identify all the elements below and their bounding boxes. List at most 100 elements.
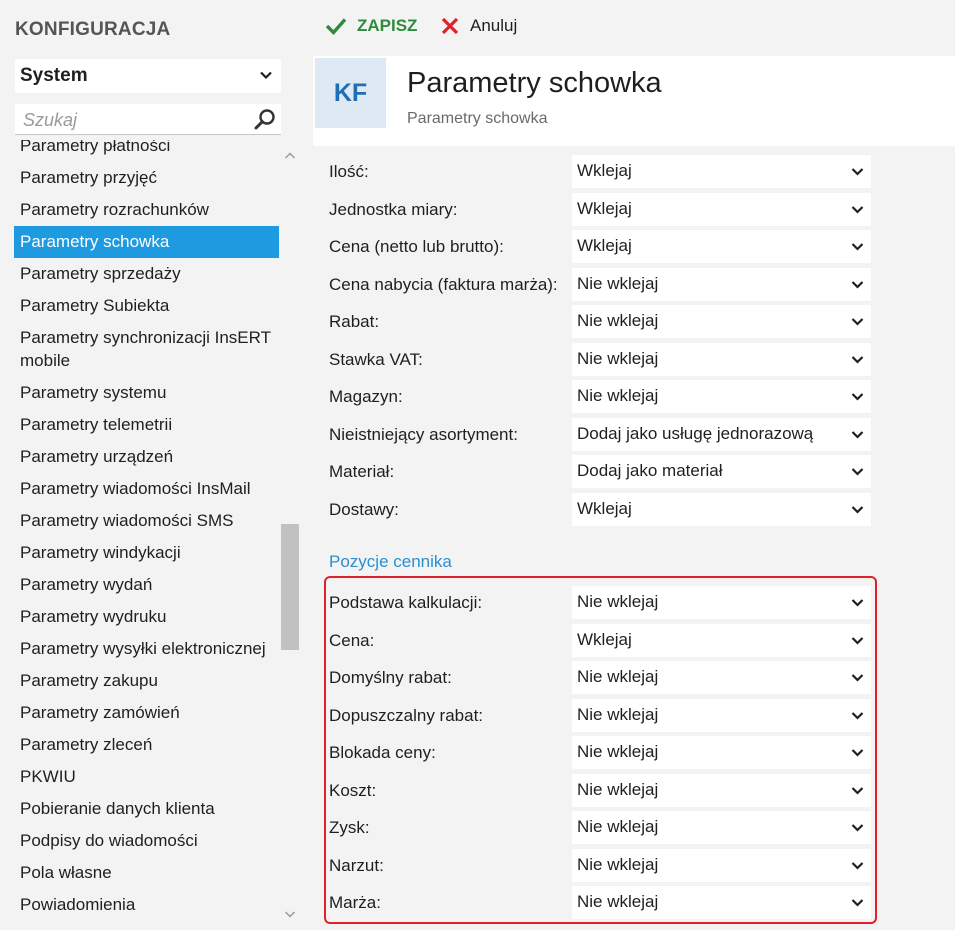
form-row: Cena: Wklejaj <box>313 623 873 657</box>
chevron-down-icon <box>851 430 864 439</box>
scrollbar-thumb[interactable] <box>281 524 299 650</box>
form-row: Magazyn: Nie wklejaj <box>313 380 873 413</box>
field-select-value: Nie wklejaj <box>577 779 659 799</box>
field-select-value: Wklejaj <box>577 498 632 518</box>
field-select[interactable]: Nie wklejaj <box>572 848 871 882</box>
sidebar-item[interactable]: Parametry wydruku <box>0 601 279 633</box>
sidebar-item[interactable]: Parametry synchronizacji InsERT mobile <box>0 322 279 377</box>
form-row: Cena (netto lub brutto): Wklejaj <box>313 230 873 263</box>
module-select-value: System <box>20 65 88 86</box>
field-select[interactable]: Nie wklejaj <box>572 773 871 807</box>
field-select-value: Nie wklejaj <box>577 854 659 874</box>
field-select-value: Nie wklejaj <box>577 742 659 761</box>
form-row: Dopuszczalny rabat: Nie wklejaj <box>313 698 873 732</box>
field-select[interactable]: Wklejaj <box>572 155 871 188</box>
chevron-down-icon <box>851 899 864 907</box>
chevron-down-icon <box>851 318 864 326</box>
cancel-button[interactable]: Anuluj <box>440 16 517 36</box>
sidebar-item[interactable]: Parametry windykacji <box>0 537 279 569</box>
field-label: Magazyn: <box>329 387 403 406</box>
field-select[interactable]: Nie wklejaj <box>572 736 871 769</box>
sidebar-item[interactable]: Parametry zleceń <box>0 729 279 761</box>
checkmark-icon <box>325 18 347 35</box>
page-subtitle: Parametry schowka <box>407 110 548 127</box>
sidebar-item[interactable]: Parametry przyjęć <box>0 162 279 194</box>
field-label: Domyślny rabat: <box>329 668 452 687</box>
field-select[interactable]: Nie wklejaj <box>572 380 871 413</box>
form-row: Nieistniejący asortyment: Dodaj jako usłu… <box>313 417 873 451</box>
field-select[interactable]: Wklejaj <box>572 492 871 526</box>
sidebar-item[interactable]: Podpisy do wiadomości <box>0 825 279 857</box>
field-select-value: Nie wklejaj <box>577 386 659 405</box>
sidebar-item[interactable]: Powiadomienia <box>0 889 279 921</box>
sidebar-item[interactable]: Parametry urządzeń <box>0 441 279 473</box>
search-icon[interactable] <box>253 107 277 131</box>
sidebar-item[interactable]: Parametry Subiekta <box>0 290 279 322</box>
sidebar-item[interactable]: Parametry rozrachunków <box>0 194 279 226</box>
sidebar-item[interactable]: PKWIU <box>0 761 279 793</box>
chevron-down-icon <box>851 599 864 607</box>
field-select-value: Wklejaj <box>577 236 632 255</box>
scroll-up-icon[interactable] <box>284 150 296 162</box>
form-row: Marża: Nie wklejaj <box>313 886 873 919</box>
sidebar-item[interactable]: Parametry płatności <box>0 140 279 162</box>
field-select[interactable]: Nie wklejaj <box>572 886 871 919</box>
chevron-down-icon <box>851 711 864 720</box>
sidebar-item[interactable]: Parametry wydań <box>0 569 279 601</box>
form-row: Materiał: Dodaj jako materiał <box>313 455 873 488</box>
field-label: Cena nabycia (faktura marża): <box>329 274 558 294</box>
sidebar-item[interactable]: Parametry sprzedaży <box>0 258 279 290</box>
field-select-value: Nie wklejaj <box>577 667 659 686</box>
field-select[interactable]: Nie wklejaj <box>572 305 871 338</box>
field-select[interactable]: Wklejaj <box>572 192 871 226</box>
chevron-down-icon <box>851 636 864 645</box>
field-select[interactable]: Wklejaj <box>572 230 871 263</box>
field-select[interactable]: Nie wklejaj <box>572 586 871 619</box>
field-select[interactable]: Nie wklejaj <box>572 661 871 694</box>
sidebar-list: Parametry płatności Parametry przyjęć Para… <box>0 140 281 930</box>
field-select[interactable]: Dodaj jako materiał <box>572 455 871 488</box>
sidebar-item[interactable]: Pola własne <box>0 857 279 889</box>
sidebar-item[interactable]: Parametry schowka <box>14 226 279 258</box>
module-select[interactable]: System <box>15 59 281 93</box>
form-row: Rabat: Nie wklejaj <box>313 305 873 338</box>
field-select[interactable]: Dodaj jako usługę jednorazową <box>572 417 871 451</box>
page-title: Parametry schowka <box>407 67 662 99</box>
sidebar-item[interactable]: Parametry wysyłki elektronicznej <box>0 633 279 665</box>
chevron-down-icon <box>851 280 864 289</box>
sidebar-item[interactable]: Parametry wiadomości InsMail <box>0 473 279 505</box>
field-label: Cena (netto lub brutto): <box>329 237 504 256</box>
sidebar-item[interactable]: Parametry zakupu <box>0 665 279 697</box>
form-row: Koszt: Nie wklejaj <box>313 773 873 807</box>
chevron-down-icon <box>851 393 864 401</box>
field-label: Rabat: <box>329 312 380 331</box>
field-select[interactable]: Nie wklejaj <box>572 811 871 844</box>
chevron-down-icon <box>851 505 864 514</box>
field-select-value: Nie wklejaj <box>577 592 659 611</box>
search-input[interactable]: Szukaj <box>15 104 281 135</box>
chevron-down-icon <box>851 243 864 251</box>
sidebar-item[interactable]: Parametry systemu <box>0 377 279 409</box>
field-label: Nieistniejący asortyment: <box>329 424 518 444</box>
sidebar-item[interactable]: Pobieranie danych klienta <box>0 793 279 825</box>
field-select-value: Wklejaj <box>577 629 632 649</box>
sidebar-item[interactable]: Parametry wiadomości SMS <box>0 505 279 537</box>
chevron-down-icon <box>851 786 864 795</box>
chevron-down-icon <box>851 674 864 682</box>
field-select[interactable]: Nie wklejaj <box>572 267 871 301</box>
chevron-down-icon <box>851 205 864 214</box>
form-row: Jednostka miary: Wklejaj <box>313 192 873 226</box>
save-button[interactable]: ZAPISZ <box>325 16 417 36</box>
form-row: Narzut: Nie wklejaj <box>313 848 873 882</box>
scroll-down-icon[interactable] <box>284 908 296 920</box>
field-select[interactable]: Nie wklejaj <box>572 342 871 376</box>
sidebar-item[interactable]: Parametry telemetrii <box>0 409 279 441</box>
field-select[interactable]: Nie wklejaj <box>572 698 871 732</box>
sidebar-scrollbar[interactable] <box>281 146 299 930</box>
field-label: Marża: <box>329 893 381 912</box>
field-select[interactable]: Wklejaj <box>572 623 871 657</box>
sidebar-item[interactable]: Parametry zamówień <box>0 697 279 729</box>
field-select-value: Dodaj jako materiał <box>577 461 723 480</box>
field-label: Narzut: <box>329 855 384 875</box>
field-select-value: Nie wklejaj <box>577 348 659 368</box>
